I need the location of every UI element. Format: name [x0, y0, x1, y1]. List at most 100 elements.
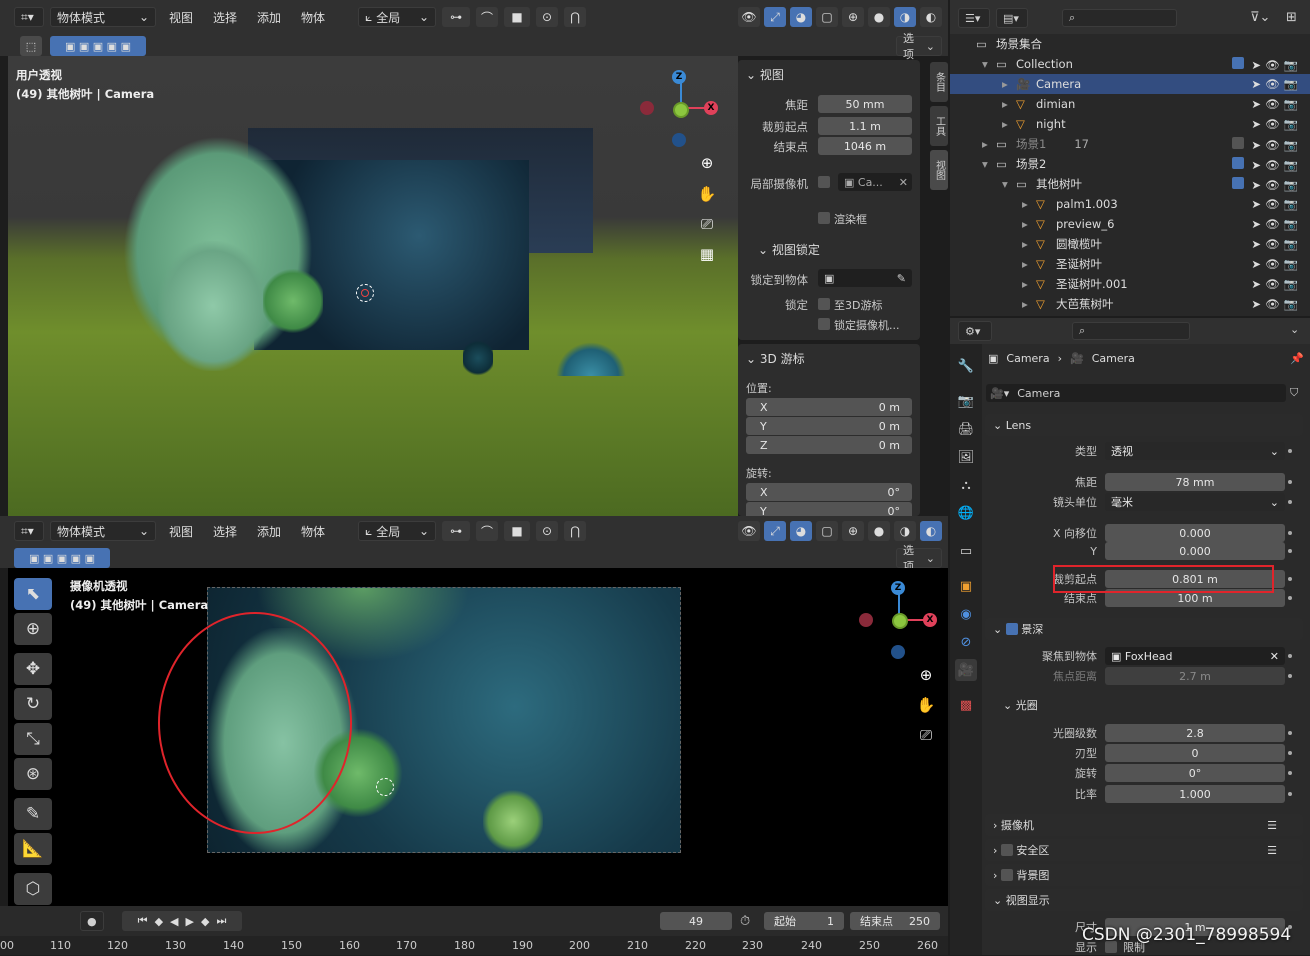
transform-tool-icon[interactable]: ⊛ [14, 758, 52, 790]
eye-icon[interactable]: 👁 [1265, 217, 1284, 231]
keyframe-decorator-icon[interactable] [1288, 771, 1292, 775]
hand-pan-icon-2[interactable]: ✋ [913, 692, 939, 718]
select-arrow-icon[interactable]: ➤ [1251, 158, 1265, 172]
render-camera-icon[interactable]: 📷 [1284, 58, 1302, 72]
measure-tool-icon[interactable]: 📐 [14, 833, 52, 865]
eye-icon[interactable]: 👁 [1265, 58, 1284, 72]
jump-end-icon[interactable]: ⏭ [216, 914, 226, 928]
eye-icon[interactable]: 👁 [1265, 237, 1284, 251]
outliner-search-input[interactable]: ⌕ [1062, 9, 1177, 27]
menu-add[interactable]: 添加 [250, 9, 288, 26]
grid-ortho-icon[interactable]: ▦ [694, 241, 720, 267]
select-arrow-icon[interactable]: ➤ [1251, 217, 1265, 231]
eye-icon[interactable]: 👁 [1265, 77, 1284, 91]
move-tool-icon[interactable]: ✥ [14, 653, 52, 685]
gizmo-y-icon-2[interactable] [892, 613, 908, 629]
play-reverse-icon[interactable]: ◀ [170, 915, 178, 928]
select-arrow-icon[interactable]: ➤ [1251, 178, 1265, 192]
keyframe-decorator-icon[interactable] [1288, 654, 1292, 658]
gizmo-y-icon[interactable] [673, 102, 689, 118]
gizmo-icon-2[interactable]: ⤢ [764, 521, 786, 541]
tab-view[interactable]: 视图 [930, 150, 948, 190]
snap-icon-2[interactable]: ⌒ [476, 521, 499, 541]
clip-start-field[interactable]: 1.1 m [818, 117, 912, 135]
collection-tab-icon[interactable]: ▭ [955, 540, 977, 562]
mode-dropdown[interactable]: 物体模式 ⌄ [50, 7, 156, 27]
render-camera-icon[interactable]: 📷 [1284, 178, 1302, 192]
cursor-rx-field[interactable]: X 0° [746, 483, 912, 501]
aperture-rotation-field[interactable]: 0° [1105, 764, 1285, 782]
render-camera-icon[interactable]: 📷 [1284, 237, 1302, 251]
snap-target-icon[interactable]: ■ [504, 7, 531, 27]
play-icon[interactable]: ▶ [186, 915, 194, 928]
safe-areas-header[interactable]: › 安全区 ☰ [985, 839, 1303, 861]
proportional-icon-2[interactable]: ⊙ [536, 521, 559, 541]
select-arrow-icon[interactable]: ➤ [1251, 117, 1265, 131]
background-images-checkbox[interactable] [1000, 869, 1013, 881]
eye-icon[interactable]: 👁 [1265, 97, 1284, 111]
expand-icon[interactable]: ▸ [1002, 117, 1016, 131]
clear-icon[interactable]: ✕ [899, 176, 912, 189]
expand-icon[interactable]: ▸ [1022, 257, 1036, 271]
cursor-ry-field[interactable]: Y 0° [746, 502, 912, 516]
select-arrow-icon[interactable]: ➤ [1251, 257, 1265, 271]
select-arrow-icon[interactable]: ➤ [1251, 277, 1265, 291]
scene-tab-icon[interactable]: ⛬ [955, 474, 977, 496]
outliner-row[interactable]: ▸ ▽ night ➤👁📷 [950, 114, 1310, 134]
gizmo-neg-x-icon-2[interactable] [859, 613, 873, 627]
gizmo-z-icon-2[interactable]: Z [891, 581, 905, 595]
options-dropdown-2[interactable]: 选项 ⌄ [896, 544, 942, 573]
gizmo-icon[interactable]: ⤢ [764, 7, 786, 27]
gizmo-neg-z-icon[interactable] [672, 133, 686, 147]
keyframe-decorator-icon[interactable] [1288, 792, 1292, 796]
select-arrow-icon[interactable]: ➤ [1251, 237, 1265, 251]
outliner-row[interactable]: ▾ ▭ Collection ➤👁📷 [950, 54, 1310, 74]
jump-start-icon[interactable]: ⏮ [138, 914, 148, 928]
overlay-icon-2[interactable]: ◕ [790, 521, 812, 541]
outliner-row[interactable]: ▭ 场景集合 [950, 34, 1310, 54]
focus-distance-field[interactable]: 2.7 m [1105, 667, 1285, 685]
keyframe-decorator-icon[interactable] [1288, 500, 1292, 504]
render-tab-icon[interactable]: 📷 [955, 390, 977, 412]
menu-view[interactable]: 视图 [162, 9, 200, 26]
eye-icon[interactable]: 👁 [1265, 158, 1284, 172]
output-tab-icon[interactable]: 🖨 [955, 418, 977, 440]
wireframe-shading-icon-2[interactable]: ⊕ [842, 521, 864, 541]
chevron-down-icon[interactable]: ⌄ [1290, 323, 1299, 336]
cursor-tool-icon[interactable]: ⊕ [14, 613, 52, 645]
pivot-icon-2[interactable]: ⊶ [442, 521, 471, 541]
render-camera-icon[interactable]: 📷 [1284, 297, 1302, 311]
outliner-row[interactable]: ▾ ▭ 其他树叶 ➤👁📷 [950, 174, 1310, 194]
select-arrow-icon[interactable]: ➤ [1251, 197, 1265, 211]
render-camera-icon[interactable]: 📷 [1284, 77, 1302, 91]
expand-icon[interactable]: ▸ [982, 137, 996, 151]
render-camera-icon[interactable]: 📷 [1284, 97, 1302, 111]
focal-length-field[interactable]: 78 mm [1105, 473, 1285, 491]
expand-icon[interactable]: ▸ [1022, 217, 1036, 231]
add-cube-tool-icon[interactable]: ⬡ [14, 873, 52, 905]
display-mode-icon[interactable]: ▤▾ [996, 8, 1028, 28]
tab-item[interactable]: 条目 [930, 62, 948, 102]
wireframe-shading-icon[interactable]: ⊕ [842, 7, 864, 27]
select-arrow-icon[interactable]: ➤ [1251, 97, 1265, 111]
shield-icon[interactable]: ⛉ [1290, 386, 1298, 400]
render-camera-icon[interactable]: 📷 [1284, 197, 1302, 211]
expand-icon[interactable]: ▸ [1002, 97, 1016, 111]
render-region-checkbox[interactable] [818, 212, 830, 224]
datablock-field[interactable]: 🎥▾ Camera [986, 384, 1286, 402]
zoom-icon[interactable]: ⊕ [694, 150, 720, 176]
keyframe-decorator-icon[interactable] [1288, 480, 1292, 484]
eye-icon[interactable]: 👁 [1265, 138, 1284, 152]
viewport-display-header[interactable]: ⌄ 视图显示 [985, 889, 1303, 911]
expand-icon[interactable]: ▸ [1002, 77, 1016, 91]
outliner-row[interactable]: ▸ ▽ 圣诞树叶.001 ➤👁📷 [950, 274, 1310, 294]
render-camera-icon[interactable]: 📷 [1284, 277, 1302, 291]
options-dropdown[interactable]: 选项 ⌄ [896, 32, 942, 61]
lock-camera-checkbox[interactable] [818, 318, 830, 330]
view-panel-header[interactable]: ⌄ 视图 [746, 66, 784, 83]
expand-icon[interactable]: ▸ [1022, 277, 1036, 291]
keyframe-decorator-icon[interactable] [1288, 449, 1292, 453]
material-shading-icon-2[interactable]: ◑ [894, 521, 916, 541]
menu-object-2[interactable]: 物体 [294, 523, 332, 540]
select-tool-icon[interactable]: ⬉ [14, 578, 52, 610]
